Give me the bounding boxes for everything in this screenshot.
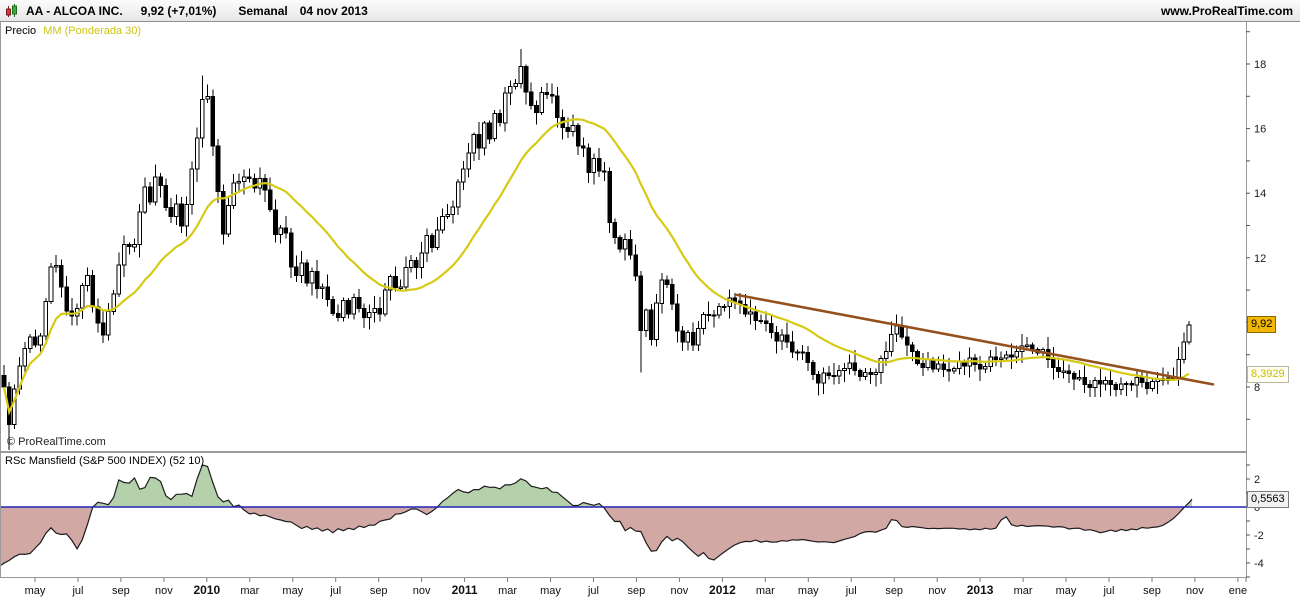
x-axis-month-label: jul (329, 585, 341, 597)
x-axis-month-label: sep (628, 585, 646, 597)
time-axis[interactable]: may jul sep nov 2010 mar may jul sep nov 2011 mar ma… (0, 578, 1300, 600)
chart-header-bar: AA - ALCOA INC. 9,92 (+7,01%) Semanal 04… (0, 0, 1300, 22)
x-axis-month-label: sep (370, 585, 388, 597)
x-axis-year-label: 2013 (967, 583, 994, 597)
indicator-axis: 20-2-4 (1246, 464, 1264, 578)
legend-ma-label: MM (Ponderada 30) (43, 25, 142, 37)
x-axis-month-label: mar (756, 585, 775, 597)
x-axis-month-label: nov (155, 585, 173, 597)
timeframe-label: Semanal (238, 3, 288, 18)
x-axis-year-label: 2010 (193, 583, 220, 597)
x-axis-month-label: may (282, 585, 303, 597)
x-axis-month-label: may (25, 585, 46, 597)
ma-value-badge: 8,3929 (1247, 365, 1289, 383)
x-axis-year-label: 2012 (709, 583, 736, 597)
x-axis-month-label: sep (112, 585, 130, 597)
indicator-value-badge: 0,5563 (1247, 490, 1289, 508)
indicator-tick-label: -4 (1254, 558, 1264, 570)
x-axis-month-label: jul (587, 585, 599, 597)
website-link[interactable]: www.ProRealTime.com (1161, 4, 1293, 18)
price-tick-label: 16 (1254, 124, 1266, 136)
x-axis-month-label: nov (671, 585, 689, 597)
price-chart-canvas[interactable]: 18161412108 (0, 22, 1300, 452)
date-label: 04 nov 2013 (299, 3, 368, 18)
price-tick-label: 14 (1254, 188, 1266, 200)
x-axis-month-label: nov (1186, 585, 1204, 597)
x-axis-month-label: mar (498, 585, 517, 597)
indicator-chart-canvas[interactable]: 20-2-4 (0, 452, 1300, 578)
x-axis-year-label: 2011 (452, 583, 478, 597)
x-axis-month-label: mar (1014, 585, 1033, 597)
x-axis-month-label: may (540, 585, 561, 597)
x-axis-month-label: nov (413, 585, 431, 597)
x-axis-month-label: may (798, 585, 819, 597)
x-axis-month-label: sep (1143, 585, 1161, 597)
price-tick-label: 18 (1254, 59, 1266, 71)
x-axis-month-label: nov (928, 585, 946, 597)
x-axis-month-label: sep (885, 585, 903, 597)
x-axis-month-label: may (1056, 585, 1077, 597)
symbol-title: AA - ALCOA INC. (26, 3, 123, 18)
price-panel-legend: Precio MM (Ponderada 30) (5, 25, 141, 37)
x-axis-month-label: jul (71, 585, 83, 597)
price-axis: 18161412108 (1246, 31, 1266, 420)
indicator-positive-area (0, 464, 1192, 507)
indicator-legend: RSc Mansfield (S&P 500 INDEX) (52 10) (5, 455, 205, 467)
price-tick-label: 8 (1254, 382, 1260, 394)
last-price-badge: 9,92 (1247, 316, 1277, 334)
legend-price-label: Precio (5, 25, 37, 37)
quote-value: 9,92 (+7,01%) (140, 3, 217, 18)
prorealtime-window: AA - ALCOA INC. 9,92 (+7,01%) Semanal 04… (0, 0, 1300, 600)
x-axis-month-label: ene (1229, 585, 1247, 597)
indicator-tick-label: -2 (1254, 530, 1264, 542)
indicator-tick-label: 2 (1254, 474, 1260, 486)
x-axis-month-label: jul (845, 585, 857, 597)
x-axis-month-label: mar (240, 585, 259, 597)
candles-group (1, 48, 1192, 450)
price-tick-label: 12 (1254, 253, 1266, 265)
copyright-text: © ProRealTime.com (7, 436, 106, 448)
candlestick-chart-icon (5, 3, 20, 19)
indicator-negative-area (0, 507, 1192, 566)
x-axis-month-label: jul (1102, 585, 1114, 597)
